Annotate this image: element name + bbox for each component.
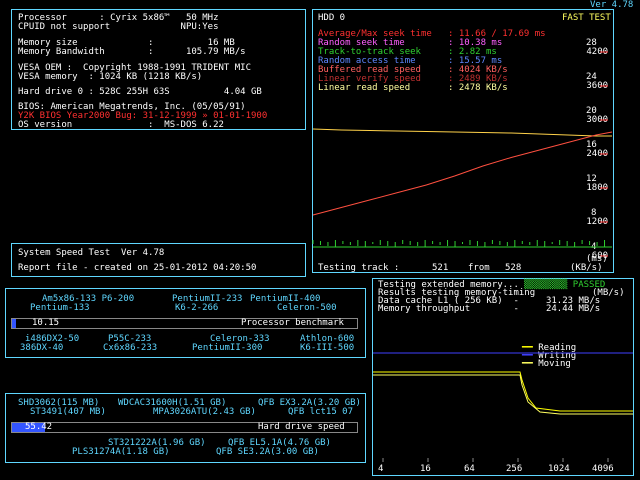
memory-chart	[373, 352, 633, 462]
memory-x-tick: 16	[420, 464, 431, 474]
memory-x-tick: 4096	[592, 464, 614, 474]
memory-moving-line	[373, 374, 633, 415]
memory-x-tick: 4	[378, 464, 384, 474]
memory-x-tick: 1024	[548, 464, 570, 474]
memory-x-tick: 64	[464, 464, 475, 474]
memory-x-tick: 256	[506, 464, 523, 474]
memory-reading-line	[373, 371, 633, 412]
